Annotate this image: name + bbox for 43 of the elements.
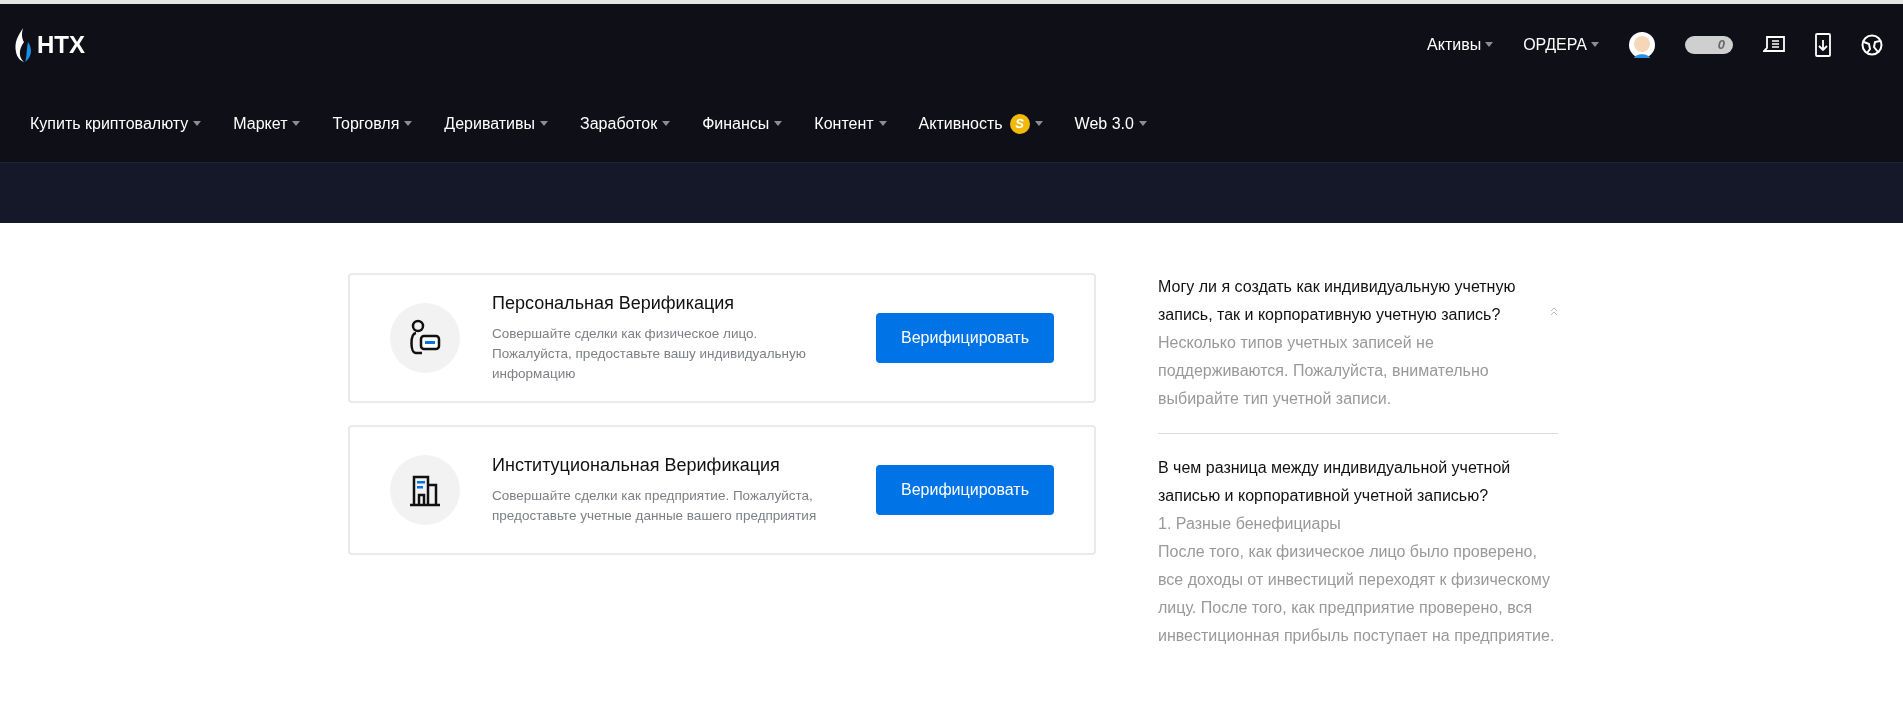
building-icon — [408, 473, 442, 507]
caret-icon — [878, 121, 887, 126]
faq-answer: После того, как физическое лицо было проверено, все доходы от инвестиций переходят к физическому лицу. После того, как предприятие проверено, вся инвестиционная прибыль поступает на предприятие. — [1158, 542, 1556, 646]
verify-button[interactable]: Верифицировать — [876, 313, 1054, 363]
caret-icon — [662, 121, 671, 126]
nav-item[interactable]: Деривативы — [444, 114, 549, 133]
avatar-icon[interactable] — [1629, 31, 1655, 58]
nav-item[interactable]: Контент — [814, 114, 887, 133]
card-description: Совершайте сделки как предприятие. Пожалуйста, предоставьте учетные данные вашего предприятия — [492, 486, 818, 525]
caret-icon — [1034, 121, 1043, 126]
faq-question[interactable]: В чем разница между индивидуальной учетной записью и корпоративной учетной записью? — [1158, 454, 1558, 510]
flame-logo-icon — [14, 27, 34, 62]
faq-answer: 1. Разные бенефициары — [1158, 514, 1342, 534]
nav-item[interactable]: Финансы — [702, 114, 783, 133]
nav-item[interactable]: Торговля — [332, 114, 413, 133]
caret-icon — [540, 121, 549, 126]
card-title: Персональная Верификация — [492, 292, 736, 314]
nav-item[interactable]: Заработок — [580, 114, 671, 133]
caret-icon — [1138, 121, 1147, 126]
card-description: Совершайте сделки как физическое лицо. Пожалуйста, предоставьте вашу индивидуальную информацию — [492, 324, 807, 383]
caret-icon — [193, 121, 202, 126]
coin-badge: S — [1009, 113, 1030, 134]
nav-item[interactable]: Web 3.0 — [1074, 114, 1147, 133]
chat-icon[interactable] — [1763, 34, 1785, 55]
faq-answer: Несколько типов учетных записей не поддерживаются. Пожалуйста, внимательно выбирайте тип учетной записи. — [1158, 333, 1490, 409]
download-icon[interactable] — [1815, 32, 1831, 57]
caret-icon — [1591, 42, 1599, 47]
nav-item[interactable]: Купить криптовалюту — [30, 114, 202, 133]
caret-icon — [1485, 42, 1494, 47]
caret-icon — [774, 121, 783, 126]
verify-button[interactable]: Верифицировать — [876, 465, 1054, 515]
caret-icon — [404, 121, 413, 126]
card-title: Институциональная Верификация — [492, 454, 781, 476]
nav-item[interactable]: Активность S — [918, 113, 1043, 134]
caret-icon — [292, 121, 301, 126]
menu-link[interactable]: Активы — [1427, 35, 1494, 54]
menu-link[interactable]: ОРДЕРА — [1523, 35, 1599, 54]
nav-item[interactable]: Маркет — [233, 114, 301, 133]
logo-text: HTX — [37, 30, 85, 59]
globe-icon[interactable] — [1861, 33, 1883, 56]
faq-question[interactable]: Могу ли я создать как индивидуальную учетную запись, так и корпоративную учетную запись? — [1158, 273, 1550, 329]
person-card-icon — [408, 319, 442, 357]
toggle-pill[interactable]: 0 — [1685, 35, 1733, 54]
